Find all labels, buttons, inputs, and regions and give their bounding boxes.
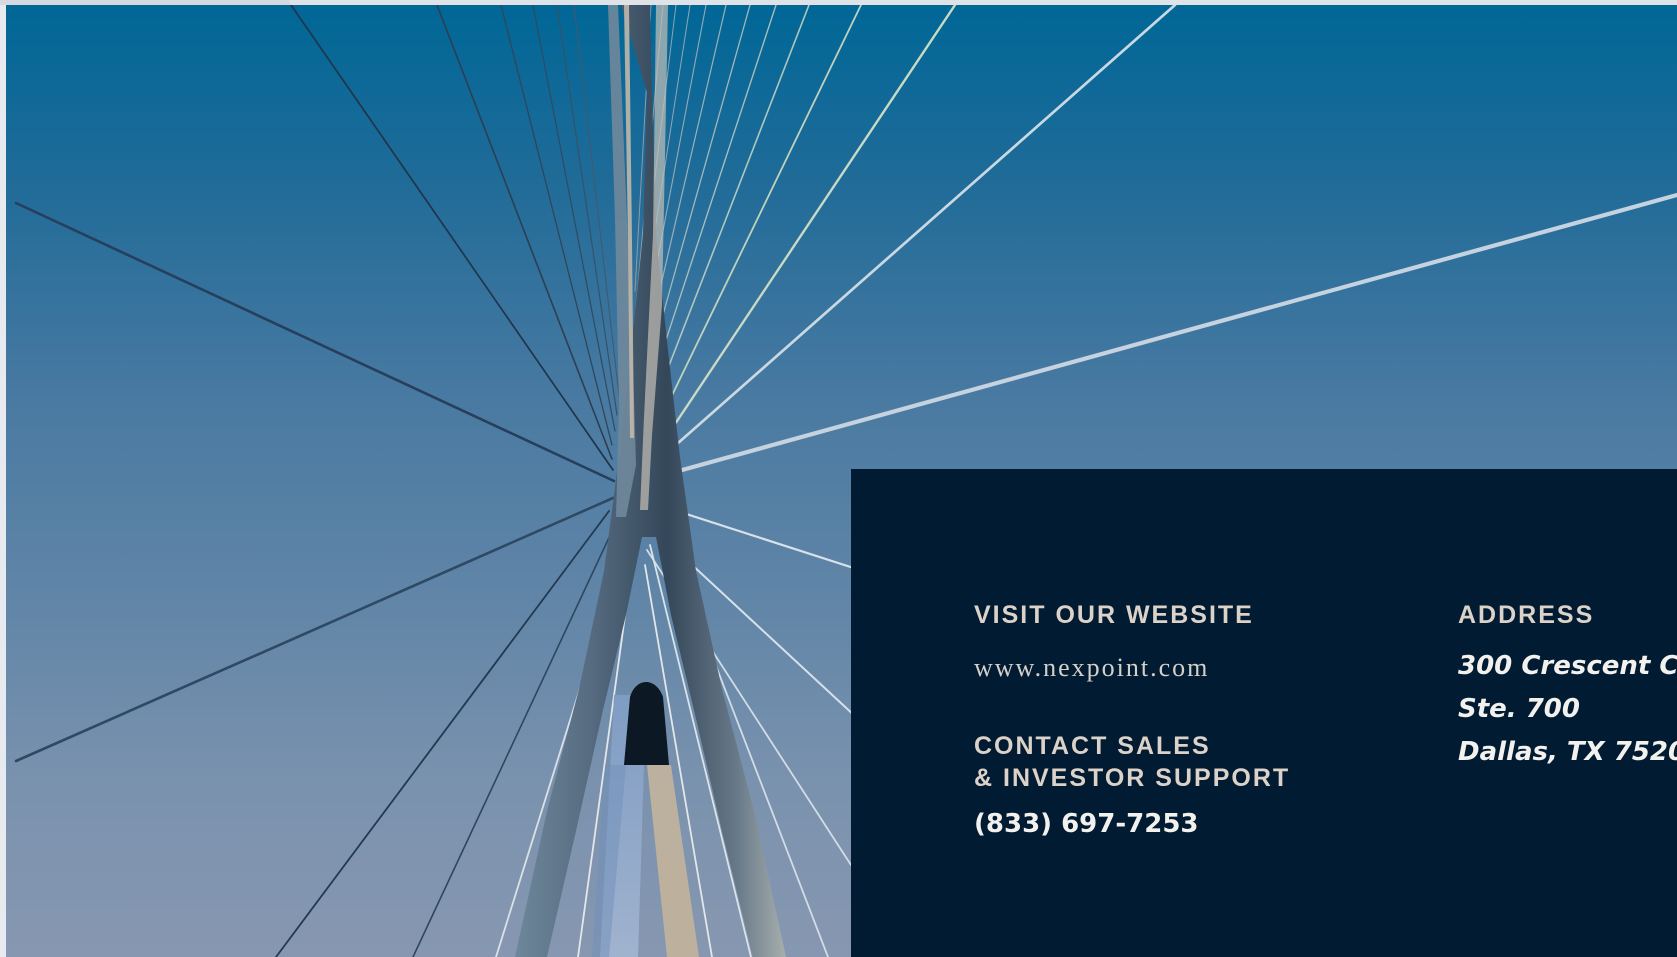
address-block: 300 Crescent CT Ste. 700 Dallas, TX 7520… (1458, 645, 1677, 774)
contact-page: VISIT OUR WEBSITE www.nexpoint.com CONTA… (6, 5, 1677, 957)
website-link[interactable]: www.nexpoint.com (974, 653, 1209, 683)
sales-heading-line-2: & INVESTOR SUPPORT (974, 764, 1291, 792)
address-street: 300 Crescent CT (1458, 651, 1677, 681)
contact-info-panel: VISIT OUR WEBSITE www.nexpoint.com CONTA… (851, 469, 1677, 957)
website-heading: VISIT OUR WEBSITE (974, 601, 1254, 629)
address-suite: Ste. 700 (1458, 694, 1580, 724)
phone-number[interactable]: (833) 697-7253 (974, 809, 1199, 839)
address-heading: ADDRESS (1458, 601, 1595, 629)
bridge-pylon (515, 5, 786, 957)
address-city-state-zip: Dallas, TX 75201 (1458, 737, 1677, 767)
sales-heading-line-1: CONTACT SALES (974, 732, 1211, 760)
